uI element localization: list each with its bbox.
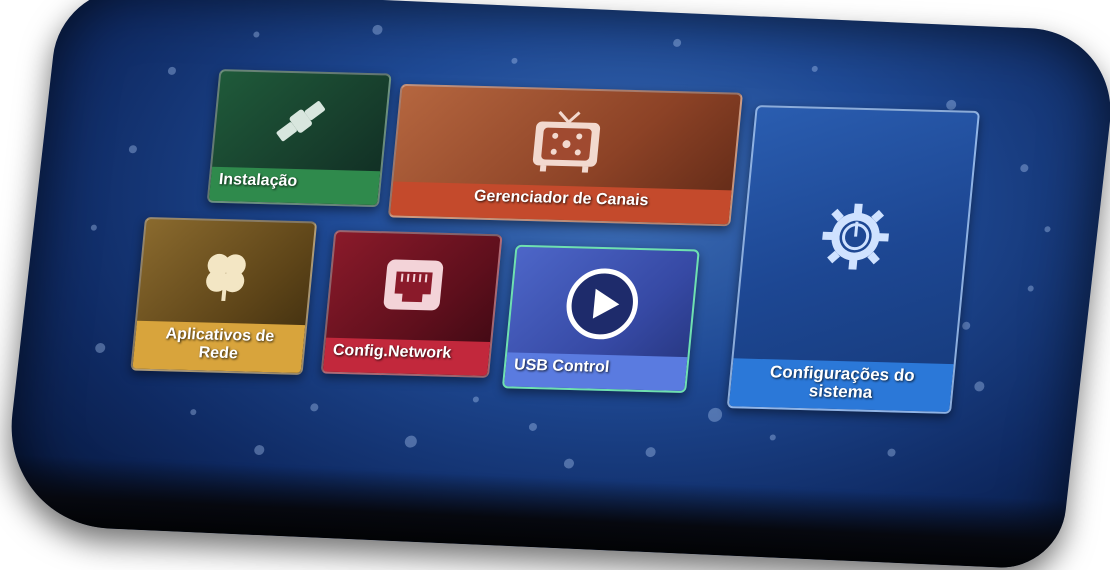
tile-usb-control[interactable]: USB Control [501, 244, 700, 394]
tile-system-settings[interactable]: Configurações do sistema [726, 105, 981, 414]
tile-usb-control-label: USB Control [504, 352, 688, 391]
tile-channel-manager-label: Gerenciador de Canais [390, 181, 732, 225]
tile-installation-label: Instalação [208, 166, 381, 206]
tv-screen: Instalação Gerenciador de Canais Configu… [0, 0, 1110, 570]
tile-channel-manager[interactable]: Gerenciador de Canais [387, 83, 744, 227]
clover-icon [192, 244, 258, 310]
play-icon [561, 266, 643, 347]
tile-config-network-label: Config.Network [322, 337, 491, 376]
ethernet-port-icon [378, 255, 448, 321]
tile-network-apps-label: Aplicativos de Rede [132, 320, 306, 373]
gear-icon [817, 201, 894, 278]
main-menu-grid: Instalação Gerenciador de Canais Configu… [107, 57, 1001, 428]
satellite-icon [267, 90, 333, 156]
tile-system-settings-label: Configurações do sistema [728, 358, 954, 412]
tv-icon [525, 107, 608, 184]
tile-installation[interactable]: Instalação [206, 69, 392, 208]
tile-config-network[interactable]: Config.Network [320, 229, 503, 378]
tile-network-apps[interactable]: Aplicativos de Rede [130, 217, 318, 375]
